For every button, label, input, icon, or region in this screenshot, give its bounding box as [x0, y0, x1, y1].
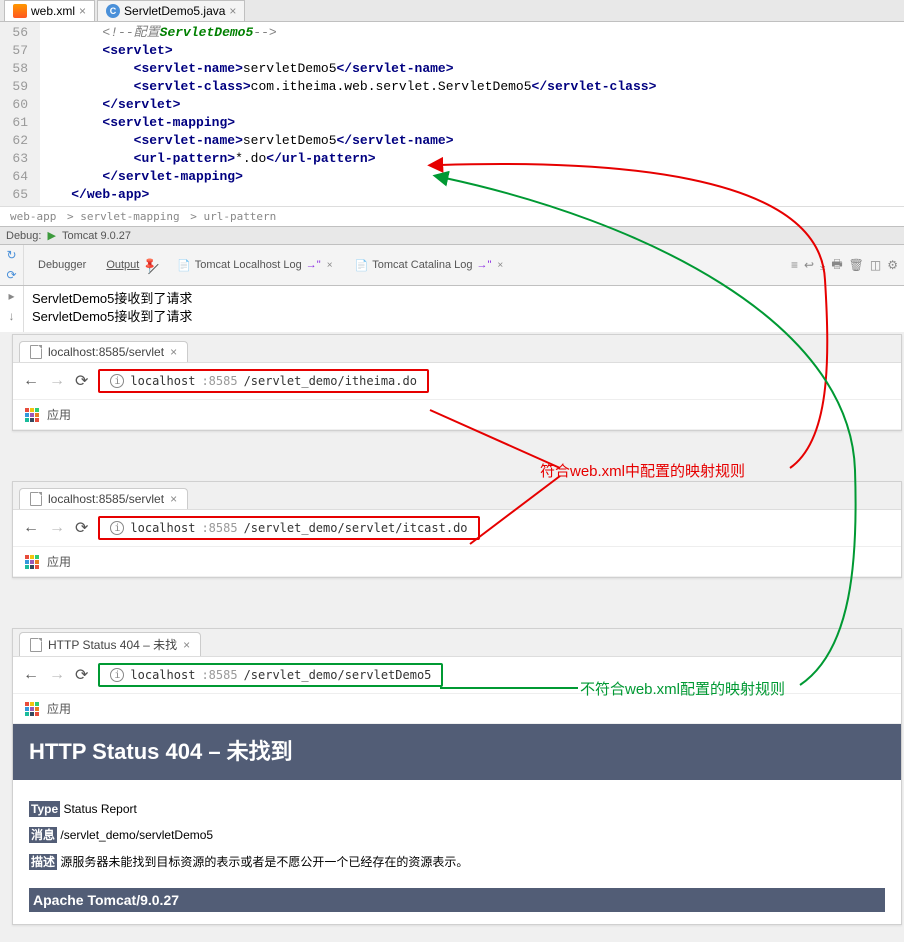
tab-tomcat-localhost-log[interactable]: 📄Tomcat Localhost Log→" × [169, 257, 342, 274]
output-gutter: ▸ ↓ [0, 286, 24, 332]
address-input[interactable]: i localhost:8585/servlet_demo/itheima.do [98, 369, 429, 393]
browser-tab[interactable]: HTTP Status 404 – 未找 × [19, 632, 201, 656]
browser-window-2: localhost:8585/servlet × ← → ⟳ i localho… [12, 481, 902, 578]
bookmarks-bar: 应用 [13, 400, 901, 430]
back-icon[interactable]: ← [23, 666, 39, 684]
close-icon[interactable]: × [170, 492, 177, 506]
error-desc-label: 描述 [29, 854, 57, 870]
filter-icon[interactable]: ≡ [791, 258, 798, 272]
soft-wrap-icon[interactable]: ↩ [804, 258, 814, 272]
error-type-label: Type [29, 801, 60, 817]
back-icon[interactable]: ← [23, 519, 39, 537]
print-icon[interactable]: 🖶 [831, 255, 842, 276]
debug-label: Debug: [6, 230, 41, 242]
bookmarks-bar: 应用 [13, 694, 901, 724]
debug-header: Debug: ▶ Tomcat 9.0.27 [0, 226, 904, 245]
java-file-icon: C [106, 4, 120, 18]
browser-tab[interactable]: localhost:8585/servlet × [19, 341, 188, 362]
scroll-end-icon[interactable]: ⤓ [820, 258, 825, 273]
back-icon[interactable]: ← [23, 372, 39, 390]
apps-label[interactable]: 应用 [47, 406, 71, 423]
tomcat-run-icon: ▶ [47, 229, 55, 242]
ide-tab-strip: web.xml × C ServletDemo5.java × [0, 0, 904, 22]
output-panel: ▸ ↓ ServletDemo5接收到了请求 ServletDemo5接收到了请… [0, 286, 904, 332]
error-footer: Apache Tomcat/9.0.27 [29, 888, 885, 912]
error-desc-text: 源服务器未能找到目标资源的表示或者是不愿公开一个已经存在的资源表示。 [60, 855, 468, 869]
page-icon [30, 345, 42, 359]
forward-icon[interactable]: → [49, 666, 65, 684]
bookmarks-bar: 应用 [13, 547, 901, 577]
reload-icon[interactable]: ⟳ [75, 665, 88, 685]
tab-debugger[interactable]: Debugger [30, 257, 94, 273]
apps-icon[interactable] [25, 555, 39, 569]
close-icon[interactable]: × [170, 345, 177, 359]
down-icon[interactable]: ↓ [0, 306, 23, 326]
ide-tab-label: ServletDemo5.java [124, 4, 225, 18]
forward-icon[interactable]: → [49, 519, 65, 537]
browser-window-1: localhost:8585/servlet × ← → ⟳ i localho… [12, 334, 902, 431]
xml-file-icon [13, 4, 27, 18]
step-icon[interactable]: ▸ [0, 286, 23, 306]
browser-tab-strip: localhost:8585/servlet × [13, 335, 901, 363]
tool-tabs: Debugger Output 📌 📄Tomcat Localhost Log→… [24, 245, 785, 285]
tab-output[interactable]: Output 📌 [98, 257, 165, 274]
browser-tab-strip: HTTP Status 404 – 未找 × [13, 629, 901, 657]
error-type-text: Status Report [63, 802, 136, 816]
tool-left-gutter: ↻ ⟳ [0, 245, 24, 285]
error-body: Type Status Report 消息 /servlet_demo/serv… [13, 780, 901, 924]
tool-window-header: ↻ ⟳ Debugger Output 📌 📄Tomcat Localhost … [0, 245, 904, 286]
tab-tomcat-catalina-log[interactable]: 📄Tomcat Catalina Log→" × [347, 257, 514, 274]
address-bar-row: ← → ⟳ i localhost:8585/servlet_demo/serv… [13, 510, 901, 547]
rerun-icon[interactable]: ↻ [0, 245, 23, 265]
error-msg-label: 消息 [29, 827, 57, 843]
clear-icon[interactable]: 🗑 [849, 258, 864, 272]
output-line: ServletDemo5接收到了请求 [32, 290, 192, 308]
address-bar-row: ← → ⟳ i localhost:8585/servlet_demo/serv… [13, 657, 901, 694]
ide-tab-servletdemo5[interactable]: C ServletDemo5.java × [97, 0, 245, 21]
site-info-icon[interactable]: i [110, 668, 124, 682]
output-line: ServletDemo5接收到了请求 [32, 308, 192, 326]
apps-icon[interactable] [25, 408, 39, 422]
page-icon [30, 492, 42, 506]
ide-tab-label: web.xml [31, 4, 75, 18]
error-title: HTTP Status 404 – 未找到 [13, 724, 901, 780]
close-icon[interactable]: × [79, 4, 86, 18]
line-gutter: 56 57 58 59 60 61 62 63 64 65 [0, 22, 40, 206]
error-page: HTTP Status 404 – 未找到 Type Status Report… [13, 724, 901, 924]
output-text[interactable]: ServletDemo5接收到了请求 ServletDemo5接收到了请求 [24, 286, 200, 332]
browser-window-3: HTTP Status 404 – 未找 × ← → ⟳ i localhost… [12, 628, 902, 925]
breadcrumb[interactable]: web-app > servlet-mapping > url-pattern [0, 206, 904, 226]
apps-label[interactable]: 应用 [47, 700, 71, 717]
apps-icon[interactable] [25, 702, 39, 716]
refresh-icon[interactable]: ⟳ [0, 265, 23, 285]
browser-tab-title: localhost:8585/servlet [48, 492, 164, 506]
error-msg-text: /servlet_demo/servletDemo5 [60, 828, 213, 842]
settings-icon[interactable]: ⚙ [887, 258, 898, 272]
reload-icon[interactable]: ⟳ [75, 371, 88, 391]
address-bar-row: ← → ⟳ i localhost:8585/servlet_demo/ithe… [13, 363, 901, 400]
code-editor[interactable]: 56 57 58 59 60 61 62 63 64 65 <!--配置Serv… [0, 22, 904, 206]
site-info-icon[interactable]: i [110, 374, 124, 388]
close-icon[interactable]: × [183, 638, 190, 652]
reload-icon[interactable]: ⟳ [75, 518, 88, 538]
ide-tab-web-xml[interactable]: web.xml × [4, 0, 95, 21]
close-icon[interactable]: × [325, 260, 335, 271]
browser-tab-strip: localhost:8585/servlet × [13, 482, 901, 510]
close-icon[interactable]: × [495, 260, 505, 271]
browser-tab[interactable]: localhost:8585/servlet × [19, 488, 188, 509]
browser-tab-title: localhost:8585/servlet [48, 345, 164, 359]
address-input[interactable]: i localhost:8585/servlet_demo/servletDem… [98, 663, 443, 687]
site-info-icon[interactable]: i [110, 521, 124, 535]
code-body[interactable]: <!--配置ServletDemo5--> <servlet> <servlet… [40, 22, 904, 206]
page-icon [30, 638, 42, 652]
apps-label[interactable]: 应用 [47, 553, 71, 570]
forward-icon[interactable]: → [49, 372, 65, 390]
tool-right-actions: ≡ ↩ ⤓ 🖶 🗑 ◫ ⚙ [785, 245, 904, 285]
browser-tab-title: HTTP Status 404 – 未找 [48, 636, 177, 653]
close-icon[interactable]: × [229, 4, 236, 18]
address-input[interactable]: i localhost:8585/servlet_demo/servlet/it… [98, 516, 479, 540]
split-icon[interactable]: ◫ [870, 258, 881, 272]
debug-config-name[interactable]: Tomcat 9.0.27 [62, 230, 131, 242]
